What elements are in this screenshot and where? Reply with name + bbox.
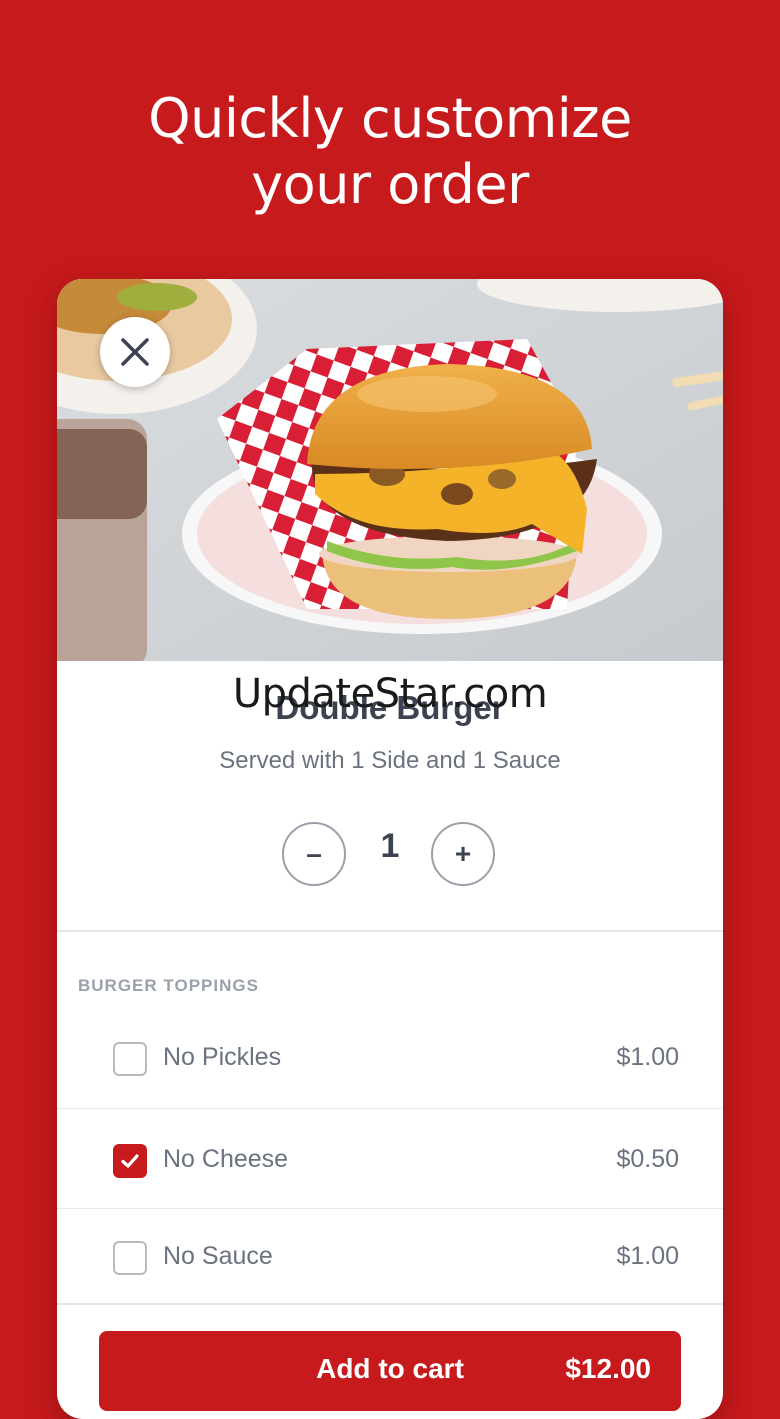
option-label: No Cheese (163, 1145, 289, 1173)
divider (57, 930, 723, 932)
checkbox[interactable] (113, 1042, 147, 1076)
close-button[interactable] (100, 317, 170, 387)
divider (57, 1303, 723, 1305)
cart-total: $12.00 (565, 1353, 651, 1384)
headline-line-2: your order (251, 153, 529, 216)
plus-icon: + (454, 838, 472, 869)
divider (57, 1108, 723, 1109)
checkbox-checked[interactable] (113, 1144, 147, 1178)
headline-line-1: Quickly customize (148, 87, 632, 150)
option-price: $1.00 (616, 1242, 679, 1270)
option-no-pickles[interactable]: No Pickles $1.00 (57, 1010, 723, 1108)
minus-icon: – (306, 838, 322, 869)
close-icon (121, 338, 149, 366)
page-headline: Quickly customize your order (0, 86, 780, 218)
item-subtitle: Served with 1 Side and 1 Sauce (219, 747, 561, 774)
check-icon (121, 1154, 139, 1168)
add-to-cart-button[interactable]: Add to cart $12.00 (99, 1331, 681, 1411)
option-no-sauce[interactable]: No Sauce $1.00 (57, 1209, 723, 1307)
quantity-value: 1 (380, 827, 400, 865)
watermark-text: UpdateStar.com (232, 671, 548, 717)
item-photo (57, 279, 723, 661)
item-customization-card: UpdateStar.com Double Burger Served with… (57, 279, 723, 1419)
option-price: $1.00 (616, 1043, 679, 1071)
option-no-cheese[interactable]: No Cheese $0.50 (57, 1112, 723, 1210)
option-label: No Sauce (163, 1242, 273, 1270)
quantity-increase-button[interactable]: + (431, 822, 495, 886)
checkbox[interactable] (113, 1241, 147, 1275)
quantity-decrease-button[interactable]: – (282, 822, 346, 886)
section-label: BURGER TOPPINGS (78, 976, 259, 995)
option-price: $0.50 (616, 1145, 679, 1173)
option-label: No Pickles (163, 1043, 282, 1071)
